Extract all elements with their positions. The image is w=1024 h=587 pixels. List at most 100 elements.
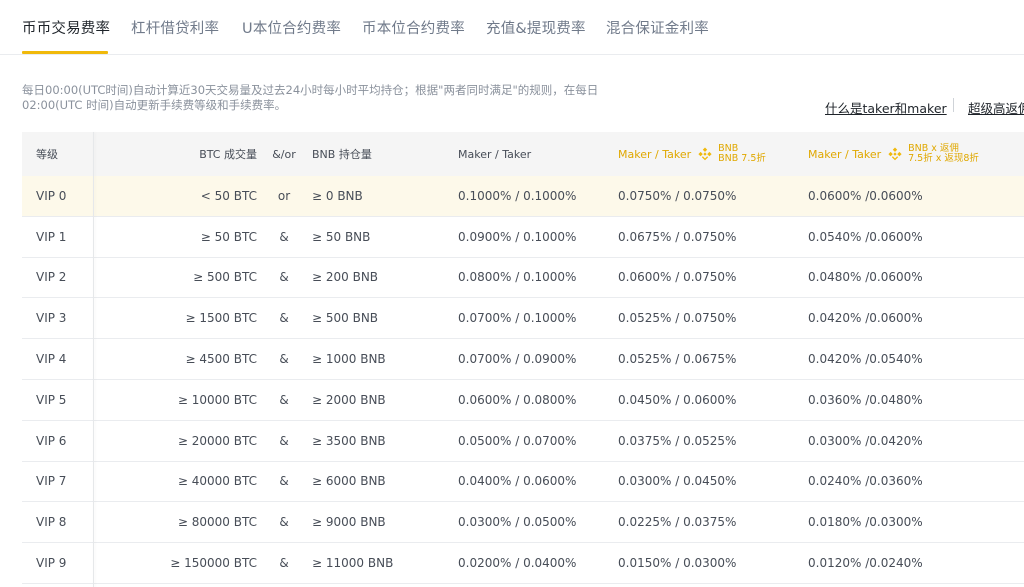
maker-taker-fee: 0.0400% / 0.0600%: [458, 474, 577, 489]
header-rebate-maker-taker: Maker / Taker BNB x 返佣 7.5折 x 返现8折: [808, 132, 979, 176]
table-header: 等级 BTC 成交量 &/or BNB 持仓量 Maker / Taker Ma…: [22, 132, 1024, 176]
btc-volume: ≥ 4500 BTC: [185, 352, 257, 367]
bnb-coin-icon: [698, 147, 712, 161]
bnb-maker-taker-fee: 0.0600% / 0.0750%: [618, 270, 737, 285]
bnb-maker-taker-fee: 0.0525% / 0.0675%: [618, 352, 737, 367]
bnb-holding: ≥ 3500 BNB: [312, 433, 386, 448]
bnb-coin-icon: [888, 147, 902, 161]
bnb-maker-taker-fee: 0.0150% / 0.0300%: [618, 556, 737, 571]
vip-level: VIP 9: [36, 556, 67, 571]
tab-coinm-futures-fee[interactable]: 币本位合约费率: [362, 17, 465, 38]
vip-level: VIP 5: [36, 392, 67, 407]
header-bnb-maker-taker-label: Maker / Taker: [618, 147, 692, 161]
rebate-maker-taker-fee: 0.0480% /0.0600%: [808, 270, 923, 285]
header-bnb-discount-note: BNB BNB 7.5折: [718, 144, 766, 164]
rebate-maker-taker-fee: 0.0420% /0.0600%: [808, 311, 923, 326]
tab-spot-trading-fee[interactable]: 币币交易费率: [22, 17, 110, 38]
maker-taker-fee: 0.0300% / 0.0500%: [458, 515, 577, 530]
tab-margin-interest[interactable]: 杠杆借贷利率: [131, 17, 219, 38]
sticky-column-divider: [93, 132, 94, 587]
table-row: VIP 4 ≥ 4500 BTC & ≥ 1000 BNB 0.0700% / …: [22, 339, 1024, 380]
bnb-maker-taker-fee: 0.0675% / 0.0750%: [618, 229, 737, 244]
condition-operator: &: [279, 392, 289, 407]
link-divider: [953, 98, 954, 112]
vip-level: VIP 8: [36, 515, 67, 530]
maker-taker-fee: 0.0500% / 0.0700%: [458, 433, 577, 448]
fee-tabs: 币币交易费率 杠杆借贷利率 U本位合约费率 币本位合约费率 充值&提现费率 混合…: [0, 0, 1024, 55]
maker-taker-fee: 0.0200% / 0.0400%: [458, 556, 577, 571]
bnb-maker-taker-fee: 0.0300% / 0.0450%: [618, 474, 737, 489]
rebate-maker-taker-fee: 0.0180% /0.0300%: [808, 515, 923, 530]
bnb-maker-taker-fee: 0.0225% / 0.0375%: [618, 515, 737, 530]
table-row: VIP 5 ≥ 10000 BTC & ≥ 2000 BNB 0.0600% /…: [22, 380, 1024, 421]
table-row: VIP 7 ≥ 40000 BTC & ≥ 6000 BNB 0.0400% /…: [22, 462, 1024, 503]
taker-maker-link[interactable]: 什么是taker和maker: [825, 98, 947, 117]
header-bnb-holding: BNB 持仓量: [312, 148, 372, 161]
bnb-maker-taker-fee: 0.0375% / 0.0525%: [618, 433, 737, 448]
active-tab-indicator: [22, 51, 108, 54]
bnb-holding: ≥ 200 BNB: [312, 270, 379, 285]
header-rebate-line2: 7.5折 x 返现8折: [908, 153, 979, 164]
vip-level: VIP 3: [36, 311, 67, 326]
header-level: 等级: [36, 148, 58, 161]
table-row: VIP 8 ≥ 80000 BTC & ≥ 9000 BNB 0.0300% /…: [22, 502, 1024, 544]
bnb-holding: ≥ 0 BNB: [312, 188, 363, 203]
rebate-maker-taker-fee: 0.0120% /0.0240%: [808, 556, 923, 571]
maker-taker-fee: 0.0700% / 0.0900%: [458, 352, 577, 367]
header-btc-volume: BTC 成交量: [199, 148, 257, 161]
btc-volume: ≥ 10000 BTC: [177, 392, 257, 407]
table-row: VIP 9 ≥ 150000 BTC & ≥ 11000 BNB 0.0200%…: [22, 543, 1024, 584]
bnb-holding: ≥ 2000 BNB: [312, 392, 386, 407]
vip-level: VIP 1: [36, 229, 67, 244]
btc-volume: ≥ 150000 BTC: [170, 556, 257, 571]
bnb-maker-taker-fee: 0.0750% / 0.0750%: [618, 188, 737, 203]
bnb-maker-taker-fee: 0.0450% / 0.0600%: [618, 392, 737, 407]
bnb-holding: ≥ 1000 BNB: [312, 352, 386, 367]
rebate-maker-taker-fee: 0.0540% /0.0600%: [808, 229, 923, 244]
maker-taker-fee: 0.0600% / 0.0800%: [458, 392, 577, 407]
maker-taker-fee: 0.0800% / 0.1000%: [458, 270, 577, 285]
condition-operator: &: [279, 352, 289, 367]
condition-operator: &: [279, 311, 289, 326]
btc-volume: ≥ 50 BTC: [200, 229, 257, 244]
condition-operator: &: [279, 556, 289, 571]
btc-volume: ≥ 20000 BTC: [177, 433, 257, 448]
vip-level: VIP 0: [36, 188, 67, 203]
bnb-holding: ≥ 6000 BNB: [312, 474, 386, 489]
header-bnb-maker-taker: Maker / Taker BNB BNB 7.5折: [618, 132, 766, 176]
condition-operator: &: [279, 433, 289, 448]
table-row: VIP 1 ≥ 50 BTC & ≥ 50 BNB 0.0900% / 0.10…: [22, 217, 1024, 258]
rebate-maker-taker-fee: 0.0240% /0.0360%: [808, 474, 923, 489]
bnb-holding: ≥ 11000 BNB: [312, 556, 394, 571]
maker-taker-fee: 0.0900% / 0.1000%: [458, 229, 577, 244]
vip-level: VIP 7: [36, 474, 67, 489]
tab-usdm-futures-fee[interactable]: U本位合约费率: [242, 17, 341, 38]
condition-operator: &: [279, 229, 289, 244]
vip-level: VIP 2: [36, 270, 67, 285]
tab-deposit-withdraw-fee[interactable]: 充值&提现费率: [486, 17, 586, 38]
rebate-maker-taker-fee: 0.0360% /0.0480%: [808, 392, 923, 407]
btc-volume: < 50 BTC: [200, 188, 257, 203]
condition-operator: or: [277, 188, 291, 203]
btc-volume: ≥ 500 BTC: [193, 270, 257, 285]
header-bnb-line2: BNB 7.5折: [718, 153, 766, 164]
rebate-maker-taker-fee: 0.0600% /0.0600%: [808, 188, 923, 203]
btc-volume: ≥ 80000 BTC: [177, 515, 257, 530]
btc-volume: ≥ 40000 BTC: [177, 474, 257, 489]
condition-operator: &: [279, 474, 289, 489]
bnb-maker-taker-fee: 0.0525% / 0.0750%: [618, 311, 737, 326]
table-row: VIP 6 ≥ 20000 BTC & ≥ 3500 BNB 0.0500% /…: [22, 421, 1024, 462]
header-rebate-note: BNB x 返佣 7.5折 x 返现8折: [908, 144, 979, 164]
fee-calc-note: 每日00:00(UTC时间)自动计算近30天交易量及过去24小时每小时平均持仓；…: [22, 83, 599, 112]
condition-operator: &: [279, 515, 289, 530]
bnb-holding: ≥ 9000 BNB: [312, 515, 386, 530]
table-row: VIP 2 ≥ 500 BTC & ≥ 200 BNB 0.0800% / 0.…: [22, 258, 1024, 299]
high-rebate-link[interactable]: 超级高返佣: [968, 98, 1024, 117]
vip-level: VIP 4: [36, 352, 67, 367]
vip-level: VIP 6: [36, 433, 67, 448]
tab-portfolio-margin-rate[interactable]: 混合保证金利率: [606, 17, 709, 38]
condition-operator: &: [279, 270, 289, 285]
header-rebate-maker-taker-label: Maker / Taker: [808, 147, 882, 161]
rebate-maker-taker-fee: 0.0420% /0.0540%: [808, 352, 923, 367]
vip-fee-table: 等级 BTC 成交量 &/or BNB 持仓量 Maker / Taker Ma…: [22, 132, 1024, 587]
